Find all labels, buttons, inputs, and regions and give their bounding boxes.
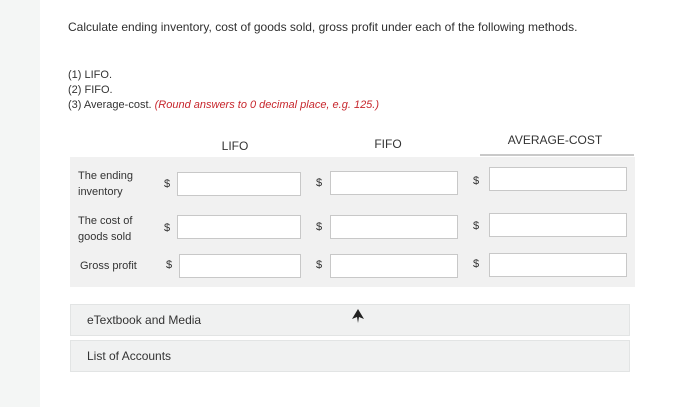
method-item-fifo: (2) FIFO. <box>68 83 379 98</box>
rounding-note: (Round answers to 0 decimal place, e.g. … <box>154 99 380 111</box>
row-label-line: The cost of <box>78 215 133 227</box>
column-header-fifo: FIFO <box>374 137 402 151</box>
assignment-page: Calculate ending inventory, cost of good… <box>40 0 700 407</box>
gross-profit-average-input[interactable] <box>489 253 627 277</box>
ending-inventory-average-input[interactable] <box>489 167 627 191</box>
column-divider <box>480 154 634 156</box>
row-label-ending-inventory: The ending inventory <box>78 168 133 200</box>
currency-symbol: $ <box>473 220 480 232</box>
etextbook-media-link[interactable]: eTextbook and Media <box>70 304 630 336</box>
currency-symbol: $ <box>473 175 480 187</box>
currency-symbol: $ <box>473 258 480 270</box>
currency-symbol: $ <box>164 178 171 190</box>
currency-symbol: $ <box>316 221 323 233</box>
method-label: (3) Average-cost. <box>68 99 155 111</box>
list-of-accounts-link[interactable]: List of Accounts <box>70 340 630 372</box>
gross-profit-fifo-input[interactable] <box>330 254 458 278</box>
row-label-line: The ending <box>78 170 134 182</box>
cost-of-goods-sold-average-input[interactable] <box>489 213 627 237</box>
method-item-lifo: (1) LIFO. <box>68 68 379 83</box>
cost-of-goods-sold-lifo-input[interactable] <box>177 215 301 239</box>
gross-profit-lifo-input[interactable] <box>179 254 301 278</box>
row-label-line: inventory <box>78 186 123 198</box>
ending-inventory-lifo-input[interactable] <box>177 172 301 196</box>
ending-inventory-fifo-input[interactable] <box>330 171 458 195</box>
cost-of-goods-sold-fifo-input[interactable] <box>330 215 458 239</box>
row-label-cost-of-goods-sold: The cost of goods sold <box>78 213 132 245</box>
currency-symbol: $ <box>316 177 323 189</box>
method-item-average-cost: (3) Average-cost. (Round answers to 0 de… <box>68 98 379 113</box>
currency-symbol: $ <box>166 259 173 271</box>
method-label: (2) FIFO. <box>68 84 113 96</box>
row-label-line: goods sold <box>78 231 132 243</box>
row-label-line: Gross profit <box>80 260 137 272</box>
currency-symbol: $ <box>164 222 171 234</box>
column-header-lifo: LIFO <box>221 139 249 153</box>
column-header-average-cost: AVERAGE-COST <box>507 133 603 147</box>
method-list: (1) LIFO. (2) FIFO. (3) Average-cost. (R… <box>68 68 379 113</box>
row-label-gross-profit: Gross profit <box>80 258 137 274</box>
currency-symbol: $ <box>316 259 323 271</box>
pointer-cursor-icon <box>352 309 364 323</box>
instructions-text: Calculate ending inventory, cost of good… <box>68 20 578 34</box>
method-label: (1) LIFO. <box>68 69 113 81</box>
